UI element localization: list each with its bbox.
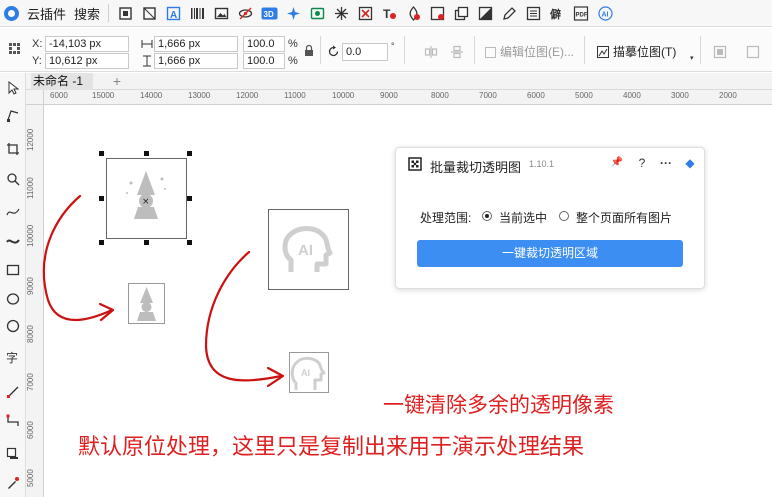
caption-line-1: 一键清除多余的透明像素 [383,394,614,417]
option-current-label[interactable]: 当前选中 [499,209,547,226]
panel-title: 批量裁切透明图 [430,160,522,175]
batch-crop-panel: 批量裁切透明图 1.10.1 📌 ? ··· ◆ 处理范围: 当前选中 整个页面… [395,147,705,289]
panel-header: 批量裁切透明图 1.10.1 📌 ? ··· ◆ [396,148,704,180]
more-icon[interactable]: ··· [659,156,673,170]
help-icon[interactable]: ? [635,156,649,170]
drop-icon[interactable]: ◆ [683,156,697,170]
batch-crop-logo-icon [408,157,422,171]
option-all-label[interactable]: 整个页面所有图片 [576,209,672,226]
radio-current-selection[interactable] [482,211,492,221]
caption-line-2: 默认原位处理，这里只是复制出来用于演示处理结果 [78,434,585,459]
red-arrow [204,250,283,382]
red-arrow [42,194,114,322]
radio-whole-page[interactable] [559,211,569,221]
pin-icon[interactable]: 📌 [610,156,624,170]
crop-transparent-button[interactable]: 一键裁切透明区域 [417,240,683,267]
range-label: 处理范围: [420,211,472,225]
panel-version: 1.10.1 [529,159,555,169]
